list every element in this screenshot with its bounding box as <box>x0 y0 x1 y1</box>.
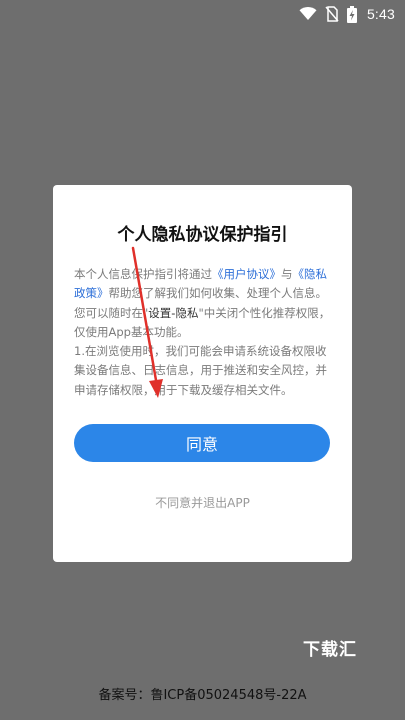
status-time: 5:43 <box>366 6 395 22</box>
privacy-dialog: 个人隐私协议保护指引 本个人信息保护指引将通过《用户协议》与《隐私政策》帮助您了… <box>53 185 352 562</box>
dialog-title: 个人隐私协议保护指引 <box>117 225 288 245</box>
body-text-permissions: 1.在浏览使用时，我们可能会申请系统设备权限收集设备信息、日志信息，用于推送和安… <box>74 344 327 397</box>
body-text-intro: 本个人信息保护指引将通过 <box>74 267 212 281</box>
user-agreement-link[interactable]: 《用户协议》 <box>212 267 281 281</box>
dialog-body: 本个人信息保护指引将通过《用户协议》与《隐私政策》帮助您了解我们如何收集、处理个… <box>74 265 334 400</box>
decline-exit-link[interactable]: 不同意并退出APP <box>53 494 352 511</box>
body-text-and: 与 <box>281 267 293 281</box>
status-bar: 5:43 <box>0 0 405 28</box>
wifi-icon <box>299 7 317 21</box>
icp-record: 备案号：鲁ICP备05024548号-22A <box>98 688 307 703</box>
settings-privacy-text: 设置-隐私 <box>148 305 199 320</box>
battery-charging-icon <box>346 5 357 23</box>
watermark: 下载汇 <box>303 640 357 660</box>
agree-button[interactable]: 同意 <box>74 424 330 462</box>
no-sim-icon <box>325 6 339 22</box>
